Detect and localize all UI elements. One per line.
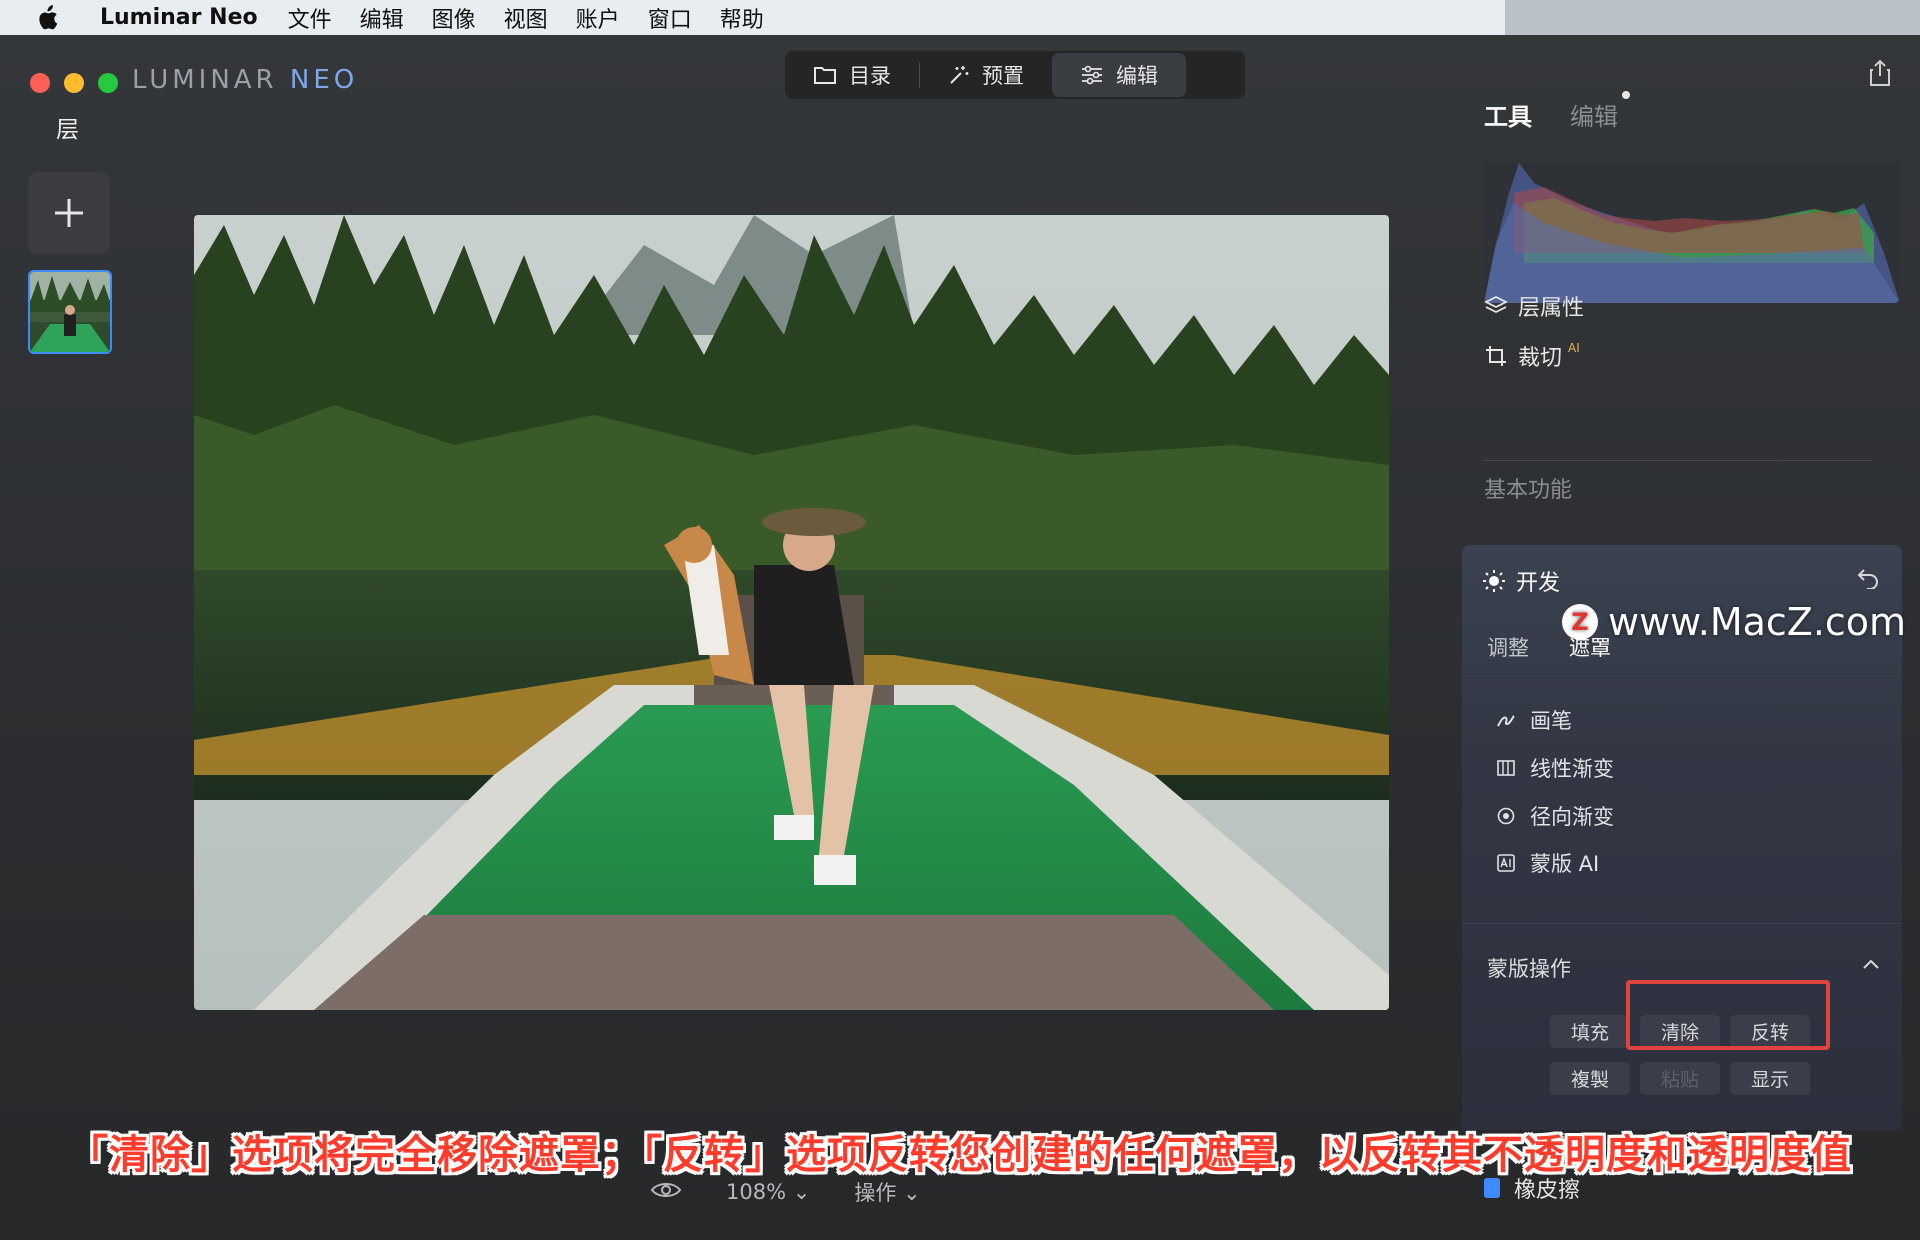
subtabs-divider [1462, 675, 1902, 676]
sliders-icon [1082, 65, 1102, 85]
eraser-icon [1484, 1178, 1500, 1198]
chevron-down-icon: ⌄ [903, 1181, 921, 1205]
show-button[interactable]: 显示 [1730, 1062, 1810, 1095]
mask-ops-divider [1462, 923, 1902, 924]
layers-icon [1484, 295, 1508, 314]
tutorial-caption: 「清除」选项将完全移除遮罩；「反转」选项反转您创建的任何遮罩，以反转其不透明度和… [68, 1132, 1852, 1178]
menu-window[interactable]: 窗口 [648, 2, 692, 34]
watermark: Z www.MacZ.com [1562, 600, 1906, 644]
crop-icon [1486, 346, 1506, 366]
subtab-adjust[interactable]: 调整 [1487, 632, 1529, 662]
tab-catalog[interactable]: 目录 [785, 53, 919, 97]
basic-section-label[interactable]: 基本功能 [1484, 472, 1572, 504]
chevron-down-icon: ⌄ [792, 1180, 811, 1204]
chevron-up-icon[interactable] [1862, 955, 1880, 974]
close-window-button[interactable] [30, 73, 50, 93]
actions-label: 操作 [854, 1181, 897, 1205]
brush-icon [1496, 710, 1516, 730]
share-icon[interactable] [1868, 59, 1892, 91]
layer-thumbnail[interactable] [28, 270, 112, 354]
menu-image[interactable]: 图像 [432, 2, 476, 34]
mask-ai-icon [1496, 853, 1516, 873]
actions-dropdown[interactable]: 操作 ⌄ [854, 1177, 920, 1207]
highlight-annotation-box [1626, 980, 1830, 1050]
layer-properties-label: 层属性 [1518, 296, 1585, 321]
tab-catalog-label: 目录 [849, 64, 891, 88]
menu-view[interactable]: 视图 [504, 2, 548, 34]
eye-icon[interactable] [650, 1180, 682, 1205]
apple-icon[interactable] [32, 3, 62, 33]
logo-neo: NEO [289, 65, 359, 95]
layer-properties-tool[interactable]: 层属性 [1484, 290, 1584, 322]
menubar-status-area [1505, 0, 1920, 35]
mask-tool-mask-ai-label: 蒙版 AI [1530, 852, 1600, 876]
app-logo: LUMINAR NEO [132, 65, 358, 95]
menu-account[interactable]: 账户 [576, 2, 620, 34]
watermark-logo: Z [1562, 604, 1598, 640]
plus-icon [55, 199, 83, 227]
menu-help[interactable]: 帮助 [720, 2, 764, 34]
tab-presets-label: 预置 [982, 64, 1024, 88]
zoom-dropdown[interactable]: 108% ⌄ [726, 1180, 810, 1204]
paste-button[interactable]: 粘贴 [1640, 1062, 1720, 1095]
copy-button[interactable]: 複製 [1550, 1062, 1630, 1095]
tab-tools[interactable]: 工具 [1484, 97, 1532, 132]
fill-button[interactable]: 填充 [1550, 1015, 1630, 1048]
develop-title: 开发 [1516, 571, 1561, 596]
tab-edit[interactable]: 编辑 [1052, 53, 1186, 97]
right-panel-tabs: 工具 编辑 [1484, 91, 1630, 132]
histogram [1484, 163, 1900, 303]
watermark-text: www.MacZ.com [1608, 600, 1907, 644]
tab-edit-label: 编辑 [1116, 64, 1158, 88]
tab-presets[interactable]: 预置 [920, 53, 1052, 97]
logo-luminar: LUMINAR [132, 65, 278, 95]
magic-wand-icon [950, 66, 969, 84]
photo-canvas[interactable] [194, 215, 1389, 1010]
zoom-value: 108% [726, 1180, 787, 1204]
folder-icon [814, 67, 836, 84]
tab-edits[interactable]: 编辑 [1570, 91, 1630, 132]
photo-image [194, 215, 1389, 1010]
develop-header[interactable]: 开发 [1482, 565, 1560, 597]
menu-file[interactable]: 文件 [288, 2, 332, 34]
mask-tool-radial-gradient-label: 径向渐变 [1530, 805, 1614, 829]
add-layer-button[interactable] [28, 172, 110, 254]
minimize-window-button[interactable] [64, 73, 84, 93]
zoom-window-button[interactable] [98, 73, 118, 93]
window-controls [30, 73, 118, 93]
mask-tool-mask-ai[interactable]: 蒙版 AI [1496, 848, 1599, 878]
tools-divider [1484, 460, 1872, 461]
crop-tool[interactable]: 裁切 AI [1484, 340, 1580, 372]
crop-label: 裁切 [1518, 346, 1563, 371]
mask-tool-linear-gradient-label: 线性渐变 [1530, 757, 1614, 781]
sun-icon [1483, 570, 1505, 592]
mask-tool-linear-gradient[interactable]: 线性渐变 [1496, 753, 1614, 783]
crop-ai-badge: AI [1568, 341, 1580, 355]
menu-bar: Luminar Neo 文件 编辑 图像 视图 账户 窗口 帮助 [0, 0, 1920, 35]
mask-tool-brush-label: 画笔 [1530, 709, 1572, 733]
mask-operations-title: 蒙版操作 [1487, 957, 1571, 981]
canvas-bottom-bar: 108% ⌄ 操作 ⌄ [650, 1177, 921, 1207]
mask-tool-brush[interactable]: 画笔 [1496, 705, 1572, 735]
undo-icon[interactable] [1856, 567, 1880, 593]
linear-gradient-icon [1496, 758, 1516, 778]
mode-switcher: 目录 预置 编辑 [785, 51, 1245, 99]
menu-edit[interactable]: 编辑 [360, 2, 404, 34]
mask-tool-radial-gradient[interactable]: 径向渐变 [1496, 801, 1614, 831]
layers-title: 层 [56, 117, 79, 143]
radial-gradient-icon [1496, 806, 1516, 826]
app-menu[interactable]: Luminar Neo [100, 5, 258, 30]
